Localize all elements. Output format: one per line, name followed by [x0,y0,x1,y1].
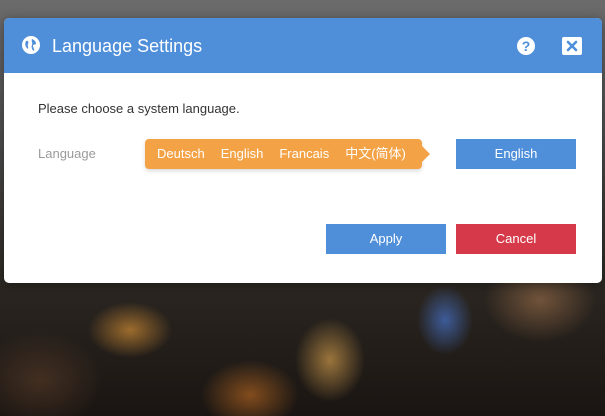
close-icon[interactable] [561,36,583,56]
language-option-francais[interactable]: Francais [271,139,337,169]
cancel-button[interactable]: Cancel [456,224,576,254]
language-options-popover: Deutsch English Francais 中文(简体) [145,139,430,169]
dialog-titlebar: Language Settings ? [4,18,602,73]
dialog-prompt: Please choose a system language. [38,101,240,116]
svg-text:?: ? [522,38,531,54]
language-settings-dialog: Language Settings ? Please choose a syst… [4,18,602,283]
globe-icon [22,36,40,54]
apply-button[interactable]: Apply [326,224,446,254]
language-option-chinese-simplified[interactable]: 中文(简体) [337,139,414,169]
language-select[interactable]: English [456,139,576,169]
help-icon[interactable]: ? [516,36,536,56]
language-option-english[interactable]: English [213,139,272,169]
language-option-deutsch[interactable]: Deutsch [149,139,213,169]
dialog-title: Language Settings [52,36,203,56]
language-field-label: Language [38,146,96,161]
